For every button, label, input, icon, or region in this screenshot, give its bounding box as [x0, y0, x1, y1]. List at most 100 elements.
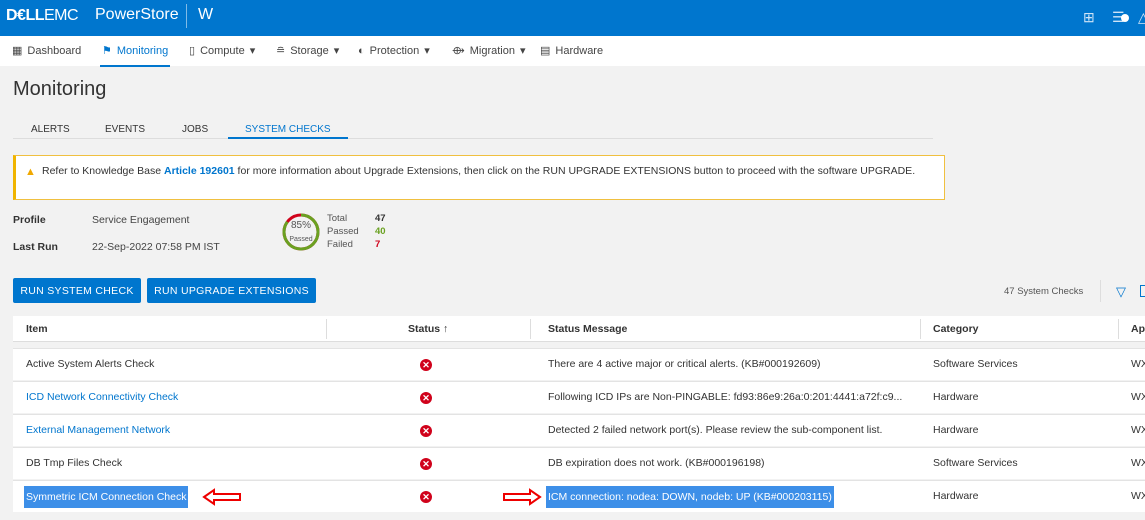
warning-icon: ▲ — [25, 166, 36, 178]
tab-bar: ALERTS EVENTS JOBS SYSTEM CHECKS — [13, 122, 933, 139]
flag-icon: ⚑ — [102, 45, 112, 57]
failed-status-icon: ✕ — [420, 392, 432, 404]
info-banner: ▲ Refer to Knowledge Base Article 192601… — [13, 155, 945, 200]
main-nav: ▦ Dashboard ⚑ Monitoring ▯ Compute ▾ ≘ Storag… — [0, 36, 1145, 67]
failed-status-icon: ✕ — [420, 359, 432, 371]
item-name: Symmetric ICM Connection Check — [24, 486, 189, 508]
last-run-label: Last Run — [13, 241, 58, 253]
caret-icon: ▾ — [519, 45, 526, 57]
dashboard-icon: ▦ — [12, 45, 23, 57]
percent-label: Passed — [289, 236, 313, 243]
status-message: Detected 2 failed network port(s). Pleas… — [548, 424, 883, 436]
table-row[interactable]: ICD Network Connectivity Check ✕ Followi… — [13, 381, 1145, 413]
passed-label: Passed — [327, 226, 359, 237]
appliance: WX — [1131, 490, 1145, 502]
shield-icon: ◐ — [358, 44, 365, 57]
column-resizer[interactable] — [920, 319, 921, 339]
nav-dashboard[interactable]: ▦ Dashboard — [12, 44, 81, 58]
failed-value: 7 — [375, 239, 381, 250]
product-name: PowerStore — [95, 6, 179, 23]
run-system-check-button[interactable]: RUN SYSTEM CHECK — [13, 278, 141, 303]
grid-icon[interactable]: ⊞ — [1083, 9, 1095, 26]
banner-text: Refer to Knowledge Base — [42, 165, 164, 177]
nav-migration[interactable]: ⟴ Migration ▾ — [452, 44, 526, 58]
total-value: 47 — [375, 213, 386, 224]
run-upgrade-extensions-button[interactable]: RUN UPGRADE EXTENSIONS — [147, 278, 316, 303]
category: Software Services — [933, 457, 1018, 469]
column-resizer[interactable] — [326, 319, 327, 339]
percent-text: 85% — [290, 220, 311, 231]
status-message: Following ICD IPs are Non-PINGABLE: fd93… — [548, 391, 903, 403]
category: Software Services — [933, 358, 1018, 370]
item-name[interactable]: ICD Network Connectivity Check — [24, 391, 180, 403]
failed-status-icon: ✕ — [420, 425, 432, 437]
profile-label: Profile — [13, 214, 46, 226]
tab-system-checks[interactable]: SYSTEM CHECKS — [228, 124, 348, 139]
nav-storage[interactable]: ≘ Storage ▾ — [276, 44, 340, 58]
status-message: ICM connection: nodea: DOWN, nodeb: UP (… — [546, 486, 834, 508]
tab-alerts[interactable]: ALERTS — [31, 124, 70, 135]
tab-events[interactable]: EVENTS — [105, 124, 145, 135]
item-name: Active System Alerts Check — [26, 358, 155, 370]
failed-label: Failed — [327, 239, 353, 250]
category: Hardware — [933, 490, 979, 502]
system-name: W — [198, 6, 214, 23]
caret-icon: ▾ — [333, 45, 340, 57]
compute-icon: ▯ — [189, 45, 196, 57]
appliance: WX — [1131, 391, 1145, 403]
dell-emc-logo: D€LLEMC — [6, 7, 79, 24]
nav-compute[interactable]: ▯ Compute ▾ — [189, 44, 256, 58]
table-row[interactable]: External Management Network ✕ Detected 2… — [13, 414, 1145, 446]
pass-rate-donut: 85% Passed — [281, 212, 321, 255]
appliance: WX — [1131, 358, 1145, 370]
nav-protection[interactable]: ◐ Protection ▾ — [358, 44, 430, 58]
notifications-icon[interactable]: ☰ — [1112, 9, 1129, 26]
sort-ascending-icon: ↑ — [443, 323, 449, 335]
divider — [1100, 280, 1101, 302]
column-resizer[interactable] — [1118, 319, 1119, 339]
last-run-value: 22-Sep-2022 07:58 PM IST — [92, 241, 220, 253]
column-status[interactable]: Status ↑ — [408, 323, 448, 335]
table-row[interactable]: Symmetric ICM Connection Check ✕ ICM con… — [13, 480, 1145, 512]
tab-jobs[interactable]: JOBS — [182, 124, 208, 135]
hardware-icon: ▤ — [540, 45, 551, 57]
filter-icon[interactable]: ▽ — [1116, 284, 1126, 300]
caret-icon: ▾ — [424, 45, 430, 57]
column-status-message[interactable]: Status Message — [548, 323, 627, 335]
divider — [186, 4, 187, 28]
column-item[interactable]: Item — [26, 323, 48, 335]
item-name: DB Tmp Files Check — [26, 457, 123, 469]
table-row[interactable]: Active System Alerts Check ✕ There are 4… — [13, 348, 1145, 380]
columns-icon[interactable] — [1140, 285, 1145, 297]
red-arrow-left-annotation — [202, 488, 241, 506]
column-category[interactable]: Category — [933, 323, 979, 335]
migration-icon: ⟴ — [452, 45, 465, 57]
failed-status-icon: ✕ — [420, 491, 432, 503]
kb-article-link[interactable]: Article 192601 — [164, 165, 235, 177]
check-count: 47 System Checks — [1004, 286, 1084, 297]
top-bar: D€LLEMC PowerStore W ⊞ ☰ △ — [0, 0, 1145, 36]
column-resizer[interactable] — [530, 319, 531, 339]
nav-hardware[interactable]: ▤ Hardware — [540, 44, 603, 58]
system-checks-table: Item Status ↑ Status Message Category Ap… — [13, 316, 1145, 512]
appliance: WX — [1131, 457, 1145, 469]
passed-value: 40 — [375, 226, 386, 237]
failed-status-icon: ✕ — [420, 458, 432, 470]
table-header: Item Status ↑ Status Message Category Ap — [13, 316, 1145, 342]
table-row[interactable]: DB Tmp Files Check ✕ DB expiration does … — [13, 447, 1145, 479]
item-name[interactable]: External Management Network — [24, 424, 172, 436]
category: Hardware — [933, 391, 979, 403]
red-arrow-right-annotation — [503, 488, 542, 506]
alert-icon[interactable]: △ — [1138, 9, 1145, 26]
caret-icon: ▾ — [249, 45, 256, 57]
appliance: WX — [1131, 424, 1145, 436]
column-appliance[interactable]: Ap — [1131, 323, 1145, 335]
total-label: Total — [327, 213, 348, 224]
storage-icon: ≘ — [276, 45, 286, 57]
category: Hardware — [933, 424, 979, 436]
page-title: Monitoring — [13, 78, 107, 100]
banner-text: for more information about Upgrade Exten… — [234, 165, 916, 177]
nav-monitoring[interactable]: ⚑ Monitoring — [99, 44, 171, 67]
profile-value: Service Engagement — [92, 214, 190, 226]
status-message: There are 4 active major or critical ale… — [548, 358, 821, 370]
